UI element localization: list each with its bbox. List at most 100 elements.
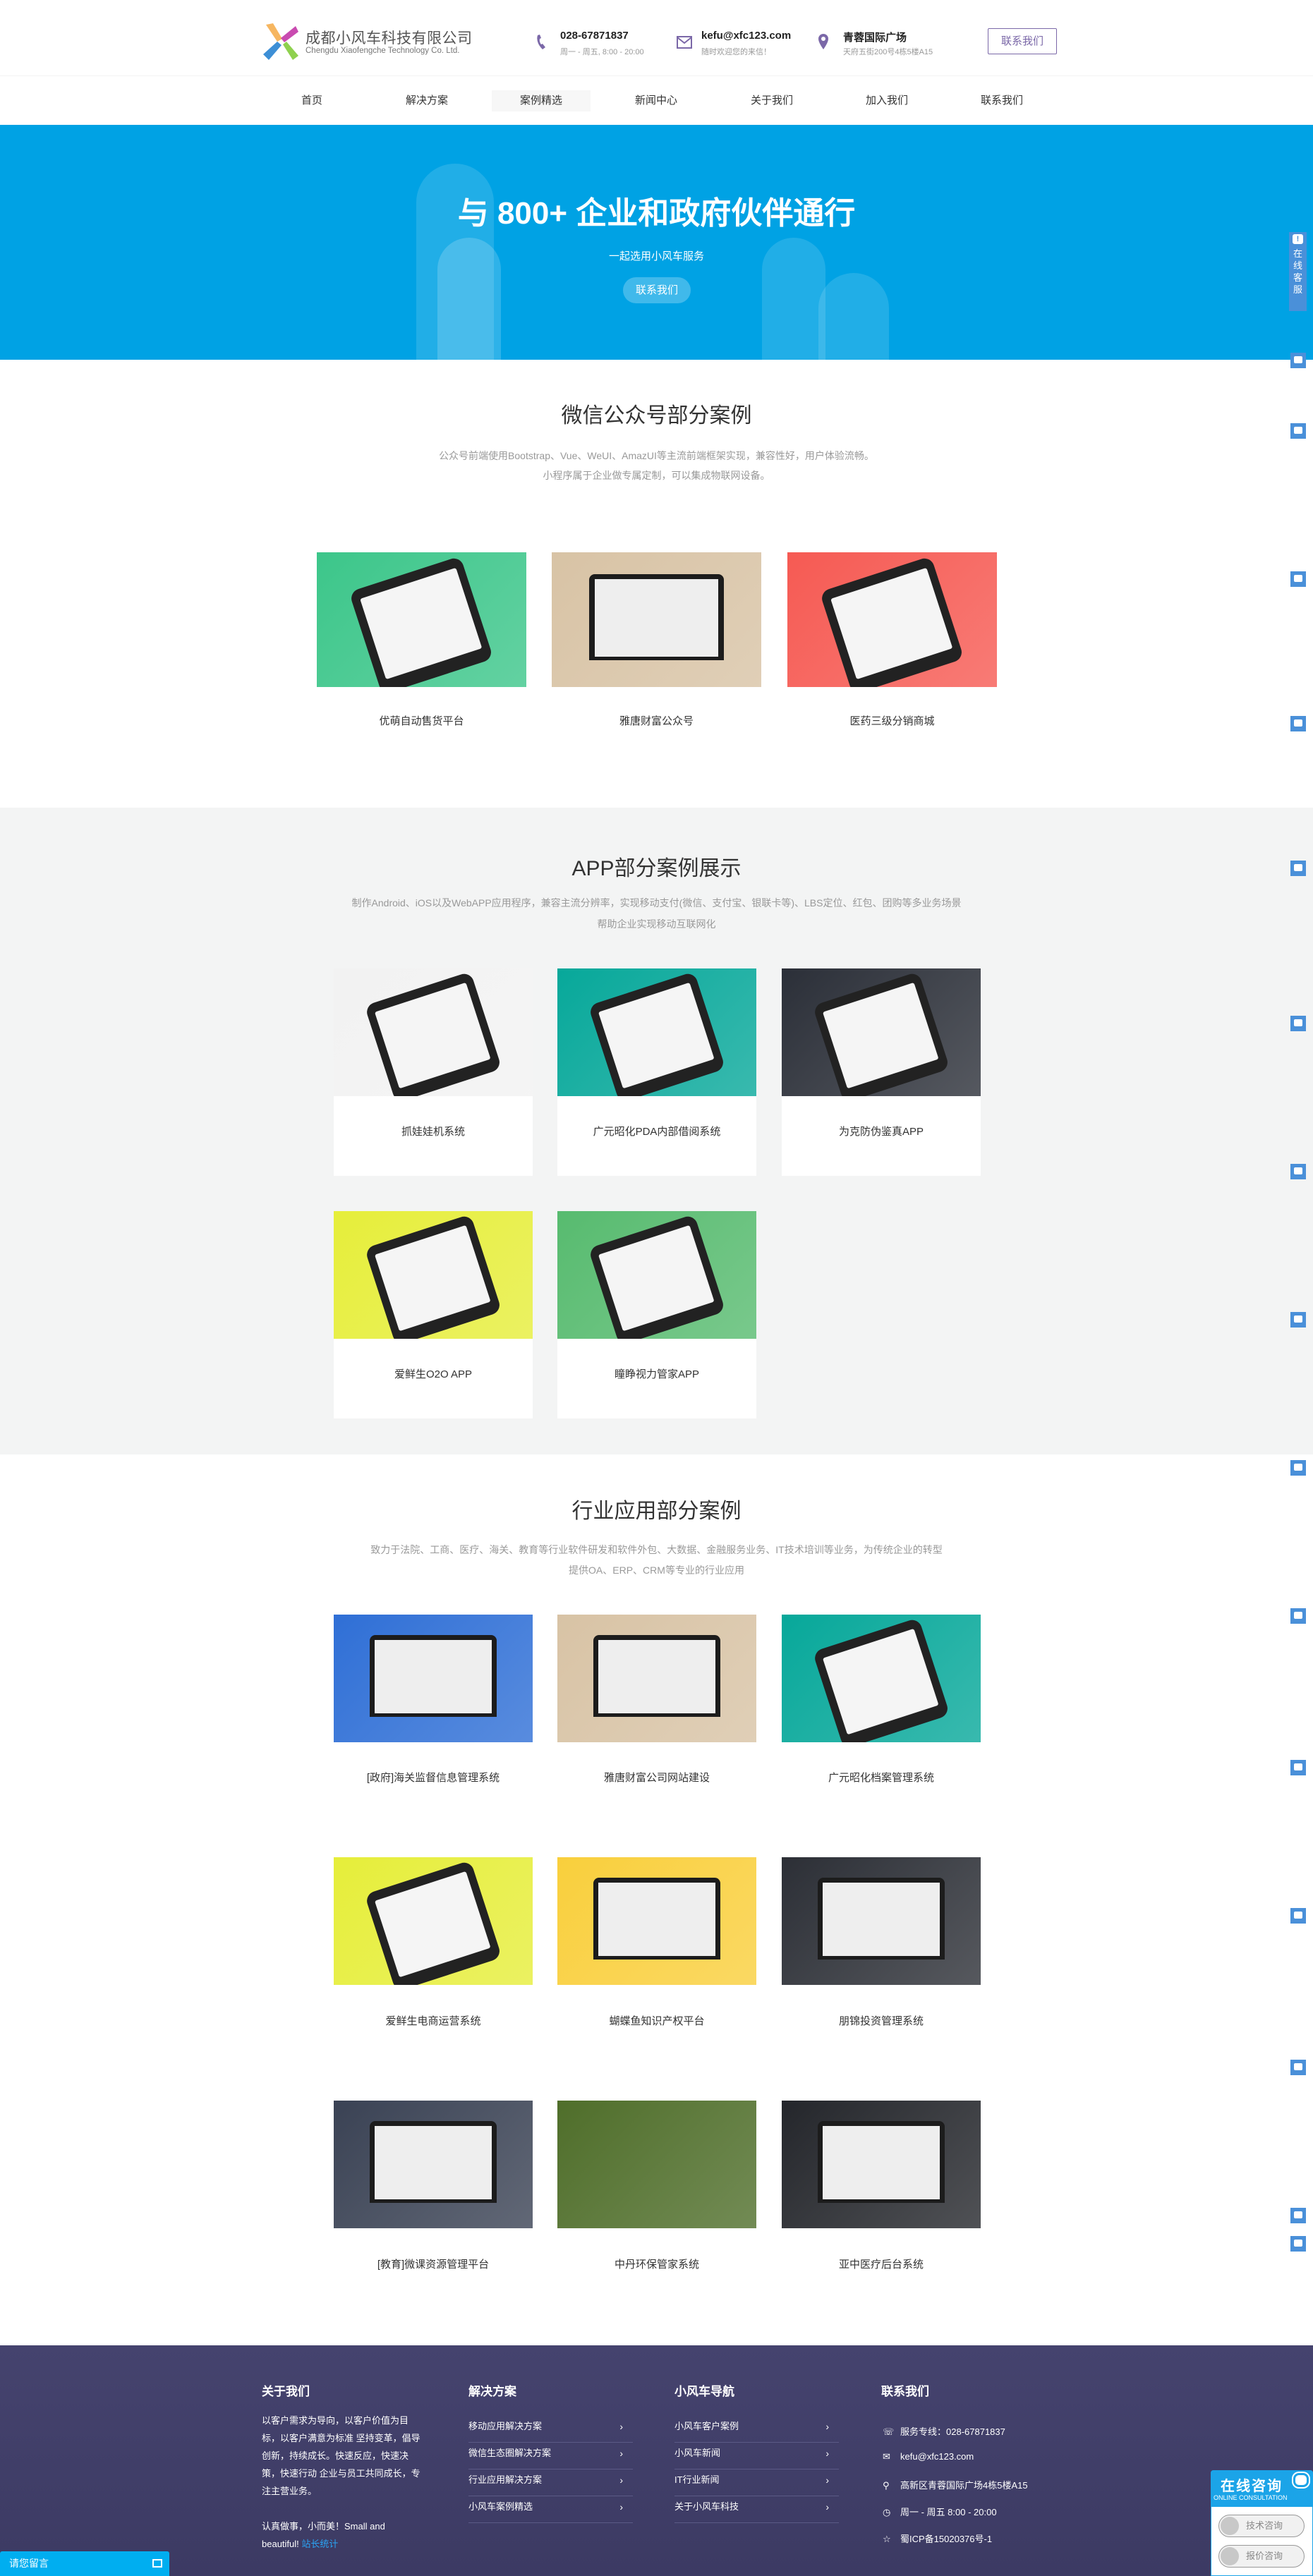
footer-link[interactable]: 微信生态圈解决方案 ›: [468, 2443, 633, 2469]
case-card[interactable]: 抓娃娃机系统: [334, 968, 533, 1176]
nav-item[interactable]: 案例精选: [492, 90, 591, 111]
case-card[interactable]: 广元昭化档案管理系统: [782, 1615, 981, 1791]
footer-link[interactable]: 关于小风车科技 ›: [674, 2496, 839, 2523]
hero-banner: [0, 125, 1313, 360]
case-card[interactable]: 为克防伪鉴真APP: [782, 968, 981, 1176]
case-image: [334, 1211, 533, 1339]
nav-item[interactable]: 首页: [262, 90, 361, 111]
side-service-tab[interactable]: [1290, 1016, 1306, 1031]
nav-item[interactable]: 新闻中心: [607, 90, 706, 111]
side-service-tab[interactable]: [1290, 1460, 1306, 1476]
side-service-tab[interactable]: [1290, 2060, 1306, 2075]
case-card[interactable]: 优萌自动售货平台: [317, 552, 526, 734]
case-label[interactable]: [教育]微课资源管理平台: [334, 2256, 533, 2271]
laptop-mockup: [593, 1634, 721, 1717]
case-image: [334, 968, 533, 1096]
laptop-mockup: [593, 1877, 721, 1960]
footer-link[interactable]: 小风车客户案例 ›: [674, 2416, 839, 2443]
chat-icon: [1294, 1019, 1302, 1026]
online-consultation-widget: 在线咨询 ONLINE CONSULTATION 技术咨询 报价咨询: [1211, 2470, 1313, 2576]
case-card[interactable]: 蝴蝶鱼知识产权平台: [557, 1857, 756, 2034]
side-service-tab[interactable]: [1290, 1908, 1306, 1924]
chat-icon: [1294, 2240, 1302, 2247]
side-service-tab[interactable]: [1290, 716, 1306, 731]
footer-link[interactable]: 移动应用解决方案 ›: [468, 2416, 633, 2443]
case-card[interactable]: 亚中医疗后台系统: [782, 2101, 981, 2278]
phone-screen: [823, 1629, 939, 1736]
leave-message-bar[interactable]: 请您留言: [0, 2551, 169, 2576]
chat-icon: [1294, 356, 1302, 363]
chat-icon: [1294, 427, 1302, 434]
side-service-tab[interactable]: [1290, 353, 1306, 368]
case-label[interactable]: 蝴蝶鱼知识产权平台: [557, 2013, 756, 2028]
case-card[interactable]: 广元昭化PDA内部借阅系统: [557, 968, 756, 1176]
side-service-tab[interactable]: [1290, 2208, 1306, 2223]
case-label[interactable]: 广元昭化PDA内部借阅系统: [557, 1124, 756, 1138]
nav-item[interactable]: 关于我们: [722, 90, 821, 111]
case-card[interactable]: 朋锦投资管理系统: [782, 1857, 981, 2034]
nav-item[interactable]: 联系我们: [952, 90, 1051, 111]
footer-about-text: 以客户需求为导向，以客户价值为目标，以客户满意为标准 坚持变革，倡导创新，持续成…: [262, 2415, 420, 2496]
email-address[interactable]: kefu@xfc123.com: [701, 30, 791, 42]
footer-link[interactable]: 小风车案例精选 ›: [468, 2496, 633, 2523]
chat-icon: [1294, 1167, 1302, 1174]
case-card[interactable]: 爱鲜生电商运营系统: [334, 1857, 533, 2034]
site-stats-link[interactable]: 站长统计: [301, 2539, 338, 2549]
side-service-tab[interactable]: [1290, 1608, 1306, 1624]
side-service-tab[interactable]: [1290, 423, 1306, 439]
tech-consult-button[interactable]: 技术咨询: [1218, 2515, 1305, 2537]
case-card[interactable]: 雅唐财富公司网站建设: [557, 1615, 756, 1791]
expand-icon[interactable]: [152, 2559, 162, 2568]
nav-item[interactable]: 加入我们: [837, 90, 936, 111]
case-label[interactable]: 广元昭化档案管理系统: [782, 1770, 981, 1785]
chevron-right-icon: ›: [619, 2448, 623, 2459]
case-card[interactable]: 医药三级分销商城: [787, 552, 997, 734]
nav-item[interactable]: 解决方案: [377, 90, 476, 111]
case-label[interactable]: 雅唐财富公司网站建设: [557, 1770, 756, 1785]
case-label[interactable]: 优萌自动售货平台: [317, 713, 526, 728]
case-card[interactable]: [政府]海关监督信息管理系统: [334, 1615, 533, 1791]
case-label[interactable]: 爱鲜生O2O APP: [334, 1366, 533, 1381]
side-service-tab[interactable]: [1290, 1164, 1306, 1179]
case-card[interactable]: 雅唐财富公众号: [552, 552, 761, 734]
contact-us-button[interactable]: 联系我们: [988, 28, 1057, 54]
case-label[interactable]: 亚中医疗后台系统: [782, 2256, 981, 2271]
laptop-mockup: [817, 2120, 945, 2203]
footer-nav-title: 小风车导航: [674, 2385, 734, 2398]
side-service-tab[interactable]: [1290, 571, 1306, 587]
laptop-screen: [598, 1882, 715, 1957]
chat-icon: [1294, 575, 1302, 582]
phone-screen: [375, 1871, 491, 1979]
case-label[interactable]: 雅唐财富公众号: [552, 713, 761, 728]
wechat-section-title: 微信公众号部分案例: [561, 404, 752, 427]
case-card[interactable]: 中丹环保管家系统: [557, 2101, 756, 2278]
case-label[interactable]: 为克防伪鉴真APP: [782, 1124, 981, 1138]
price-consult-button[interactable]: 报价咨询: [1218, 2545, 1305, 2568]
case-label[interactable]: 中丹环保管家系统: [557, 2256, 756, 2271]
case-card[interactable]: 爱鲜生O2O APP: [334, 1211, 533, 1418]
footer-link[interactable]: 行业应用解决方案 ›: [468, 2469, 633, 2496]
footer-contact-item: ☆ 蜀ICP备15020376号-1: [883, 2532, 992, 2545]
side-service-tab[interactable]: [1290, 1312, 1306, 1328]
case-image: [782, 1615, 981, 1742]
case-label[interactable]: 瞳睁视力管家APP: [557, 1366, 756, 1381]
hero-contact-button[interactable]: 联系我们: [623, 277, 691, 303]
footer-link[interactable]: IT行业新闻 ›: [674, 2469, 839, 2496]
footer-link[interactable]: 小风车新闻 ›: [674, 2443, 839, 2469]
case-image: [334, 1615, 533, 1742]
side-service-tab[interactable]: [1290, 1760, 1306, 1775]
case-label[interactable]: 朋锦投资管理系统: [782, 2013, 981, 2028]
chat-bubble-icon: [1293, 2473, 1309, 2487]
star-icon: ☆: [883, 2534, 891, 2544]
online-service-tab[interactable]: ! 在线客服: [1289, 232, 1307, 311]
case-label[interactable]: 医药三级分销商城: [787, 713, 997, 728]
footer-link-label: 行业应用解决方案: [468, 2474, 543, 2485]
side-service-tab[interactable]: [1290, 861, 1306, 876]
case-card[interactable]: 瞳睁视力管家APP: [557, 1211, 756, 1418]
case-label[interactable]: 爱鲜生电商运营系统: [334, 2013, 533, 2028]
case-label[interactable]: 抓娃娃机系统: [334, 1124, 533, 1138]
case-image: [317, 552, 526, 687]
case-label[interactable]: [政府]海关监督信息管理系统: [334, 1770, 533, 1785]
case-card[interactable]: [教育]微课资源管理平台: [334, 2101, 533, 2278]
side-service-tab[interactable]: [1290, 2236, 1306, 2252]
